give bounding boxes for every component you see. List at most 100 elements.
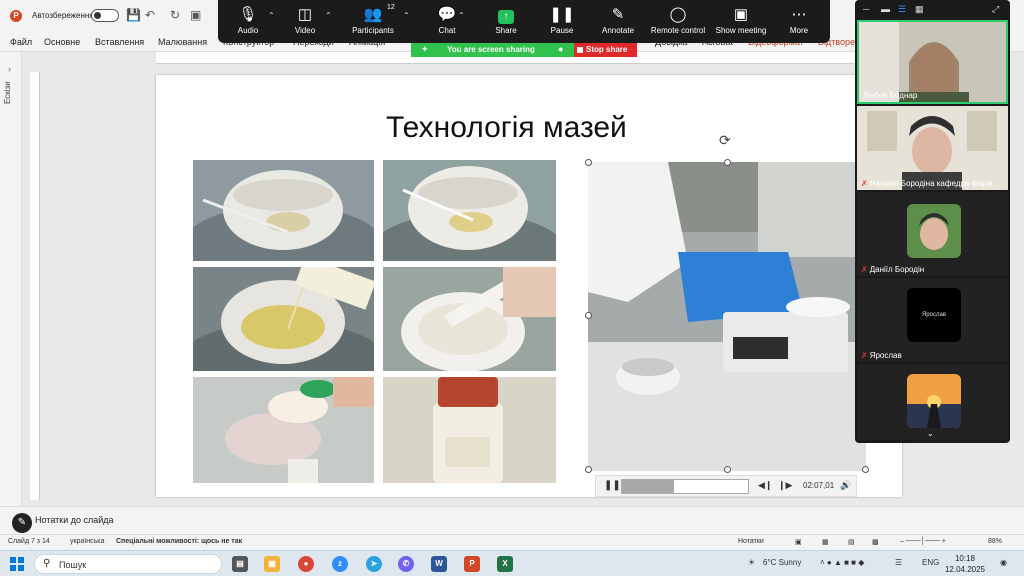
weather-text[interactable]: 6°C Sunny xyxy=(763,558,801,567)
redo-icon[interactable]: ↻ xyxy=(170,8,180,22)
excel-icon[interactable]: X xyxy=(497,556,513,572)
clock[interactable]: 10:18 12.04.2025 xyxy=(940,553,990,575)
resize-handle[interactable] xyxy=(585,466,592,473)
expand-icon[interactable]: › xyxy=(8,64,11,74)
taskbar: ⚲ Пошук ▤ ▦ ● z ➤ ✆ W P X ☀ 6°C Sunny ˄ … xyxy=(0,550,1024,576)
mouse-icon: ◯ xyxy=(669,6,687,23)
photo-1[interactable] xyxy=(193,160,374,261)
video-frame[interactable] xyxy=(588,162,866,471)
video-label: Video xyxy=(294,26,316,35)
volume-icon[interactable]: 🔊 xyxy=(840,480,851,491)
notifications-icon[interactable]: ◉ xyxy=(1000,558,1007,567)
chrome-icon[interactable]: ● xyxy=(298,556,314,572)
photo-2[interactable] xyxy=(383,160,556,261)
rotate-handle-icon[interactable]: ⟳ xyxy=(719,132,731,149)
participants-button[interactable]: 👥 Participants xyxy=(338,4,408,35)
avatar xyxy=(907,374,961,428)
file-explorer-icon[interactable]: ▦ xyxy=(264,556,280,572)
word-icon[interactable]: W xyxy=(431,556,447,572)
resize-handle[interactable] xyxy=(862,466,869,473)
normal-view-icon[interactable]: ▣ xyxy=(795,538,802,546)
skip-back-icon[interactable]: ◀❙ xyxy=(758,480,772,491)
resize-handle[interactable] xyxy=(585,159,592,166)
slide-sorter-icon[interactable]: ▦ xyxy=(822,538,829,546)
language-indicator[interactable]: українська xyxy=(70,538,104,545)
viber-icon[interactable]: ✆ xyxy=(398,556,414,572)
resize-handle[interactable] xyxy=(585,312,592,319)
participant-tile[interactable]: Любов Боднар xyxy=(857,20,1008,104)
participant-name: Даніїл Бородін xyxy=(869,265,925,274)
stop-share-button[interactable]: Stop share xyxy=(574,43,637,57)
participants-panel: ─ ▬ ☰ ▦ ⤢ Любов Боднар ✗ Наталія Бородіна… xyxy=(855,0,1010,443)
zoom-icon[interactable]: z xyxy=(332,556,348,572)
participant-tile[interactable]: Ярослав ✗ Ярослав xyxy=(857,278,1008,362)
thumbnails-label[interactable]: Ескізи xyxy=(3,81,12,104)
remote-control-label: Remote control xyxy=(650,26,706,35)
pause-icon[interactable]: ❚❚ xyxy=(604,480,621,491)
windows-start-icon[interactable] xyxy=(10,557,24,571)
slide-title[interactable]: Технологія мазей xyxy=(386,111,627,145)
tab-insert[interactable]: Вставлення xyxy=(95,37,144,47)
muted-mic-icon: ✗ xyxy=(861,265,868,274)
status-bar: Слайд 7 з 14 українська Спеціальні можли… xyxy=(0,534,1024,550)
participant-tile[interactable]: ✗ Даніїл Бородін xyxy=(857,192,1008,276)
participant-tile[interactable]: ✗ Наталія Бородіна кафедра фарм... xyxy=(857,106,1008,190)
photo-6[interactable] xyxy=(383,377,556,483)
photo-4[interactable] xyxy=(383,267,556,371)
expand-icon[interactable]: ⤢ xyxy=(992,4,999,15)
notes-bar: ✎ Нотатки до слайда xyxy=(0,506,1024,534)
language-switch[interactable]: ENG xyxy=(922,558,939,567)
slideshow-icon[interactable]: ▩ xyxy=(872,538,879,546)
chevron-up-icon[interactable]: ⌃ xyxy=(458,11,465,20)
thumbnails-panel: › Ескізи xyxy=(0,52,22,506)
present-icon[interactable]: ▣ xyxy=(190,8,201,22)
video-controls: ❚❚ ◀❙ ❙▶ 02:07,01 🔊 xyxy=(595,475,857,497)
remote-control-button[interactable]: ◯ Remote control xyxy=(643,4,713,35)
participant-tile[interactable]: ⌄ xyxy=(857,364,1008,440)
telegram-icon[interactable]: ➤ xyxy=(366,556,382,572)
resize-handle[interactable] xyxy=(724,466,731,473)
autosave-label: Автозбереження xyxy=(32,11,94,20)
resize-handle[interactable] xyxy=(724,159,731,166)
taskbar-search[interactable]: ⚲ Пошук xyxy=(34,554,222,574)
search-icon: ⚲ xyxy=(43,558,51,569)
video-progress-fill xyxy=(622,480,674,493)
video-time: 02:07,01 xyxy=(803,481,835,490)
chevron-down-icon[interactable]: ⌄ xyxy=(927,429,934,438)
undo-icon[interactable]: ↶ xyxy=(145,8,155,22)
tab-file[interactable]: Файл xyxy=(10,37,32,47)
minimize-icon[interactable]: ─ xyxy=(863,4,869,14)
weather-icon[interactable]: ☀ xyxy=(748,558,755,567)
zoom-level[interactable]: 88% xyxy=(988,538,1002,545)
chevron-up-icon[interactable]: ⌃ xyxy=(325,11,332,20)
muted-mic-icon: ✗ xyxy=(861,179,868,188)
participant-name: Наталія Бородіна кафедра фарм... xyxy=(869,179,1000,188)
tab-home[interactable]: Основне xyxy=(44,37,80,47)
tab-draw[interactable]: Малювання xyxy=(158,37,207,47)
more-label: More xyxy=(789,26,809,35)
notes-label[interactable]: Нотатки до слайда xyxy=(35,515,114,525)
view-speaker-icon[interactable]: ▬ xyxy=(881,4,890,14)
powerpoint-taskbar-icon[interactable]: P xyxy=(464,556,480,572)
reading-view-icon[interactable]: ▤ xyxy=(848,538,855,546)
shield-icon: ● xyxy=(558,44,564,54)
autosave-toggle[interactable] xyxy=(91,9,119,22)
skip-forward-icon[interactable]: ❙▶ xyxy=(778,480,792,491)
view-strip-icon[interactable]: ☰ xyxy=(898,4,906,15)
task-view-icon[interactable]: ▤ xyxy=(232,556,248,572)
photo-5[interactable] xyxy=(193,377,374,483)
view-gallery-icon[interactable]: ▦ xyxy=(915,4,924,15)
participants-label: Participants xyxy=(352,26,394,35)
pen-icon[interactable]: ✎ xyxy=(12,513,32,533)
notes-button[interactable]: Нотатки xyxy=(738,538,764,545)
zoom-slider[interactable]: – ───│─── + xyxy=(900,538,946,545)
save-icon[interactable]: 💾 xyxy=(126,8,141,22)
accessibility-status[interactable]: Спеціальні можливості: щось не так xyxy=(116,538,242,545)
pin-icon[interactable]: ✦ xyxy=(421,44,429,55)
tray-icons[interactable]: ˄ ● ▲ ■ ■ ◆ xyxy=(820,558,864,567)
wifi-icon[interactable]: ☰ xyxy=(895,558,902,567)
photo-3[interactable] xyxy=(193,267,374,371)
more-button[interactable]: ⋯ More xyxy=(764,4,834,35)
chevron-up-icon[interactable]: ⌃ xyxy=(403,11,410,20)
video-progress-bar[interactable] xyxy=(621,479,749,494)
